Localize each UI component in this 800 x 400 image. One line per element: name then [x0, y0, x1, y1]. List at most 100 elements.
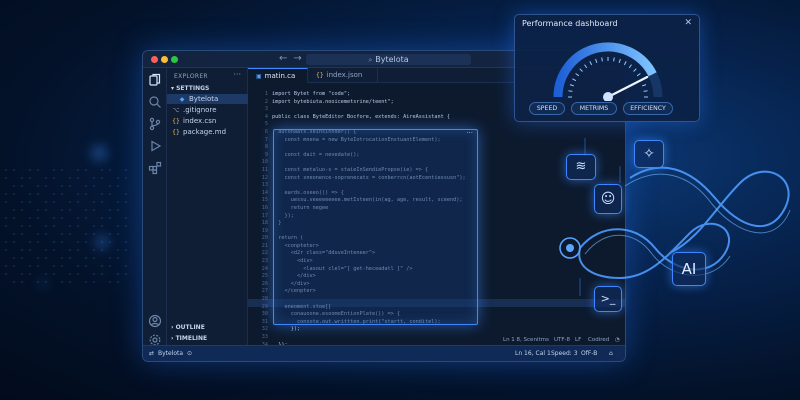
- gauge-tick: [579, 68, 583, 72]
- file-item[interactable]: {} package.md: [167, 127, 248, 137]
- json-file-icon: {}: [172, 118, 180, 125]
- background-dot: [45, 233, 47, 235]
- gauge-tick: [642, 84, 647, 87]
- source-control-icon[interactable]: [148, 116, 162, 131]
- speed-gauge: [553, 42, 663, 101]
- line-number: 15: [261, 197, 268, 204]
- command-search-box[interactable]: ⌕ Bytelota: [306, 54, 471, 65]
- background-dot: [21, 257, 23, 259]
- background-dot: [29, 217, 31, 219]
- timeline-section[interactable]: › TIMELINE: [171, 335, 207, 342]
- gauge-tick: [613, 57, 615, 62]
- background-dot: [125, 177, 127, 179]
- line-number: 24: [261, 265, 268, 272]
- background-dot: [101, 193, 103, 195]
- branch-name[interactable]: Bytelota: [158, 346, 183, 361]
- close-icon[interactable]: ✕: [684, 18, 692, 28]
- metric-speed[interactable]: SPEED: [529, 102, 565, 115]
- background-dot: [45, 201, 47, 203]
- explorer-sidebar: EXPLORER ··· ▾ SETTINGS ◆ Bytelota ⌥ .giti…: [167, 68, 248, 347]
- code-line[interactable]: [272, 106, 466, 114]
- file-item[interactable]: ⌥ .gitignore: [167, 105, 248, 115]
- outline-section[interactable]: › OUTLINE: [171, 324, 205, 331]
- search-icon[interactable]: [148, 94, 162, 108]
- eol-status[interactable]: OfF-B: [581, 346, 597, 361]
- background-dot: [13, 257, 15, 259]
- code-line[interactable]: [272, 121, 466, 129]
- line-number: 32: [261, 326, 268, 333]
- background-dot: [117, 177, 119, 179]
- line-number: 4: [264, 113, 268, 120]
- background-dot: [69, 273, 71, 275]
- gauge-tick: [568, 90, 573, 92]
- overlay-more-icon[interactable]: ···: [466, 129, 473, 137]
- settings-gear-icon[interactable]: [148, 332, 162, 346]
- background-dot: [61, 233, 63, 235]
- background-dot: [69, 281, 71, 283]
- background-dot: [5, 241, 7, 243]
- background-dot: [69, 185, 71, 187]
- code-line[interactable]: import bytebiuta.nooicemetsrine/teent";: [272, 99, 466, 107]
- maximize-window-button[interactable]: [171, 56, 178, 63]
- background-dot: [37, 209, 39, 211]
- folder-settings[interactable]: ▾ SETTINGS: [171, 85, 209, 92]
- background-dot: [93, 177, 95, 179]
- line-number: 25: [261, 273, 268, 280]
- background-dot: [5, 265, 7, 267]
- background-dot: [21, 225, 23, 227]
- background-dot: [21, 201, 23, 203]
- metric-efficiency[interactable]: EFFICIENCY: [623, 102, 673, 115]
- tab-index-json[interactable]: {} index.json: [308, 68, 378, 83]
- minimize-window-button[interactable]: [161, 56, 168, 63]
- line-number: 2: [264, 98, 268, 105]
- background-dot: [117, 185, 119, 187]
- folder-label: SETTINGS: [176, 85, 210, 92]
- background-dot: [125, 169, 127, 171]
- cursor-position[interactable]: Ln 16, Cal 1: [515, 346, 551, 361]
- sync-icon[interactable]: ⊙: [187, 346, 192, 361]
- account-icon[interactable]: [148, 313, 162, 328]
- line-number: 10: [261, 159, 268, 166]
- background-dot: [45, 249, 47, 251]
- tab-matin-ca[interactable]: ▣ matin.ca: [248, 68, 308, 83]
- background-dot: [125, 225, 127, 227]
- file-type-icon: ▣: [256, 73, 262, 80]
- line-number: 17: [261, 212, 268, 219]
- gauge-hub: [603, 92, 613, 101]
- background-dot: [29, 241, 31, 243]
- background-dot: [21, 209, 23, 211]
- close-window-button[interactable]: [151, 56, 158, 63]
- background-dot: [61, 281, 63, 283]
- background-dot: [29, 249, 31, 251]
- file-item[interactable]: ◆ Bytelota: [167, 94, 248, 104]
- timeline-label: TIMELINE: [175, 335, 208, 342]
- background-dot: [53, 217, 55, 219]
- code-line[interactable]: public class ByteEditor Bocfore, extends…: [272, 114, 466, 122]
- background-dot: [77, 169, 79, 171]
- background-dot: [69, 249, 71, 251]
- background-dot: [101, 225, 103, 227]
- background-dot: [45, 185, 47, 187]
- remote-icon[interactable]: ⇄: [149, 346, 154, 361]
- navigation-arrows[interactable]: ←→: [279, 53, 308, 64]
- background-dot: [37, 257, 39, 259]
- explorer-icon[interactable]: [148, 72, 162, 86]
- line-number: 29: [261, 303, 268, 310]
- background-dot: [77, 225, 79, 227]
- file-type-icon: {}: [316, 72, 324, 79]
- speed-status[interactable]: Speed: 3: [551, 346, 578, 361]
- background-dot: [29, 193, 31, 195]
- code-line[interactable]: });: [272, 326, 466, 334]
- gauge-tick: [623, 61, 627, 66]
- line-number: 1: [264, 91, 268, 97]
- feedback-icon[interactable]: ⌂: [609, 346, 613, 361]
- background-dot: [69, 177, 71, 179]
- run-debug-icon[interactable]: [148, 138, 162, 152]
- code-suggestion-overlay[interactable]: ···: [273, 129, 478, 325]
- more-actions-icon[interactable]: ···: [233, 70, 241, 79]
- code-line[interactable]: import Bytet from "code";: [272, 91, 466, 99]
- file-item[interactable]: {} index.csn: [167, 116, 248, 126]
- background-dot: [109, 209, 111, 211]
- extensions-icon[interactable]: [148, 160, 162, 175]
- metric-metrims[interactable]: METRIMS: [571, 102, 617, 115]
